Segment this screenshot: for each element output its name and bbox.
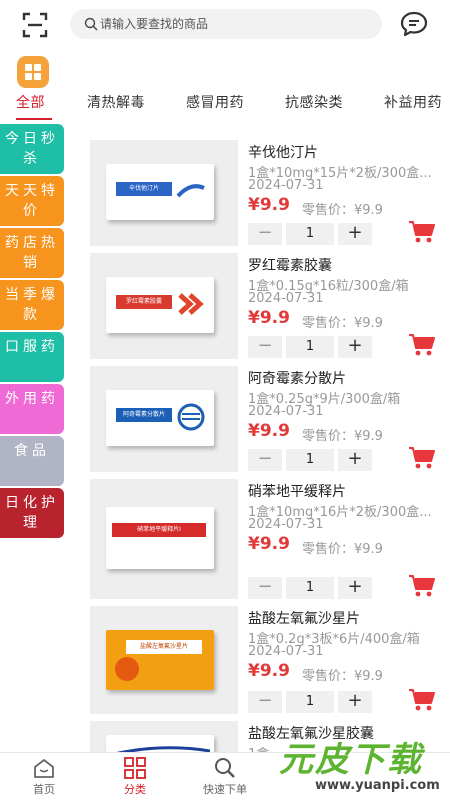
- decrease-button[interactable]: −: [248, 577, 282, 599]
- side-item-seasonal[interactable]: 当季爆款: [0, 280, 64, 330]
- tab-anti-infection[interactable]: 抗感染类: [285, 92, 343, 112]
- decrease-button[interactable]: −: [248, 449, 282, 471]
- add-to-cart-icon[interactable]: [408, 446, 436, 470]
- product-price: ¥9.9: [248, 195, 290, 215]
- increase-button[interactable]: +: [338, 691, 372, 713]
- side-item-pharmacy-hot[interactable]: 药店热销: [0, 228, 64, 278]
- top-bar: [0, 0, 450, 50]
- decrease-button[interactable]: −: [248, 223, 282, 245]
- side-item-daily-deals[interactable]: 天天特价: [0, 176, 64, 226]
- quantity-stepper: − 1 +: [248, 336, 372, 358]
- search-icon: [215, 758, 235, 778]
- nav-home[interactable]: 首页: [14, 757, 74, 797]
- product-price: ¥9.9: [248, 421, 290, 441]
- quantity-stepper: − 1 +: [248, 691, 372, 713]
- home-icon: [34, 759, 54, 778]
- product-card[interactable]: 盐酸左氧氟沙星片 盐酸左氧氟沙星片 1盒*0.2g*3板*6片/400盒/箱 2…: [90, 606, 450, 718]
- side-item-oral[interactable]: 口服药: [0, 332, 64, 382]
- tab-all[interactable]: 全部: [16, 92, 45, 112]
- side-item-food[interactable]: 食品: [0, 436, 64, 486]
- product-date: 2024-07-31: [248, 291, 324, 306]
- quantity-stepper: − 1 +: [248, 577, 372, 599]
- product-name: 硝苯地平缓释片: [248, 484, 346, 500]
- package-graphic-icon: [176, 184, 205, 198]
- product-image[interactable]: 罗红霉素胶囊: [90, 253, 238, 359]
- add-to-cart-icon[interactable]: [408, 220, 436, 244]
- product-image[interactable]: 阿奇霉素分散片: [90, 366, 238, 472]
- product-date: 2024-07-31: [248, 178, 324, 193]
- quantity-value[interactable]: 1: [286, 223, 334, 245]
- product-image[interactable]: 盐酸左氧氟沙星片: [90, 606, 238, 714]
- tab-heat-clearing[interactable]: 清热解毒: [87, 92, 145, 112]
- retail-price: 零售价：¥9.9: [302, 316, 383, 331]
- retail-price: 零售价：¥9.9: [302, 429, 383, 444]
- category-tabs: 全部 清热解毒 感冒用药 抗感染类 补益用药: [0, 92, 450, 120]
- product-price: ¥9.9: [248, 308, 290, 328]
- retail-price: 零售价：¥9.9: [302, 203, 383, 218]
- increase-button[interactable]: +: [338, 577, 372, 599]
- quantity-stepper: − 1 +: [248, 223, 372, 245]
- tab-tonic[interactable]: 补益用药: [384, 92, 442, 112]
- side-item-topical[interactable]: 外用药: [0, 384, 64, 434]
- watermark: 元皮下载 www.yuanpi.com: [279, 740, 440, 793]
- quantity-stepper: − 1 +: [248, 449, 372, 471]
- product-image[interactable]: [90, 721, 238, 752]
- message-icon[interactable]: [400, 11, 428, 37]
- product-price: ¥9.9: [248, 534, 290, 554]
- decrease-button[interactable]: −: [248, 691, 282, 713]
- side-item-daily-care[interactable]: 日化护理: [0, 488, 64, 538]
- all-categories-button[interactable]: [17, 56, 49, 88]
- product-name: 罗红霉素胶囊: [248, 258, 332, 274]
- package-graphic-icon: [116, 746, 210, 752]
- product-card[interactable]: 罗红霉素胶囊 罗红霉素胶囊 1盒*0.15g*16粒/300盒/箱 2024-0…: [90, 253, 450, 363]
- package-graphic-icon: [178, 293, 204, 315]
- category-icon: [124, 757, 146, 779]
- quantity-value[interactable]: 1: [286, 449, 334, 471]
- increase-button[interactable]: +: [338, 223, 372, 245]
- decrease-button[interactable]: −: [248, 336, 282, 358]
- retail-price: 零售价：¥9.9: [302, 542, 383, 557]
- product-name: 阿奇霉素分散片: [248, 371, 346, 387]
- product-card[interactable]: 硝苯地平缓释片Ⅰ 硝苯地平缓释片 1盒*10mg*16片*2板/300盒... …: [90, 479, 450, 603]
- product-list: 辛伐他汀片 辛伐他汀片 1盒*10mg*15片*2板/300盒... 2024-…: [90, 140, 450, 752]
- add-to-cart-icon[interactable]: [408, 333, 436, 357]
- tab-cold-medicine[interactable]: 感冒用药: [186, 92, 244, 112]
- product-name: 辛伐他汀片: [248, 145, 318, 161]
- product-date: 2024-07-31: [248, 404, 324, 419]
- product-card[interactable]: 阿奇霉素分散片 阿奇霉素分散片 1盒*0.25g*9片/300盒/箱 2024-…: [90, 366, 450, 476]
- add-to-cart-icon[interactable]: [408, 574, 436, 598]
- increase-button[interactable]: +: [338, 449, 372, 471]
- product-date: 2024-07-31: [248, 517, 324, 532]
- quantity-value[interactable]: 1: [286, 691, 334, 713]
- add-to-cart-icon[interactable]: [408, 688, 436, 712]
- product-price: ¥9.9: [248, 661, 290, 681]
- grid-icon: [25, 64, 32, 71]
- nav-quick-order[interactable]: 快速下单: [195, 757, 255, 797]
- quantity-value[interactable]: 1: [286, 577, 334, 599]
- retail-price: 零售价：¥9.9: [302, 669, 383, 684]
- product-image[interactable]: 辛伐他汀片: [90, 140, 238, 246]
- product-card[interactable]: 辛伐他汀片 辛伐他汀片 1盒*10mg*15片*2板/300盒... 2024-…: [90, 140, 450, 250]
- package-graphic-icon: [115, 657, 139, 681]
- product-name: 盐酸左氧氟沙星片: [248, 611, 360, 627]
- search-bar[interactable]: [70, 9, 382, 39]
- package-graphic-icon: [177, 403, 205, 431]
- increase-button[interactable]: +: [338, 336, 372, 358]
- nav-category[interactable]: 分类: [105, 757, 165, 797]
- scan-icon[interactable]: [22, 12, 48, 38]
- quantity-value[interactable]: 1: [286, 336, 334, 358]
- product-image[interactable]: 硝苯地平缓释片Ⅰ: [90, 479, 238, 599]
- side-item-flash-sale[interactable]: 今日秒杀: [0, 124, 64, 174]
- product-date: 2024-07-31: [248, 644, 324, 659]
- active-tab-indicator: [16, 118, 52, 120]
- search-input[interactable]: [100, 9, 370, 39]
- search-icon: [84, 17, 98, 31]
